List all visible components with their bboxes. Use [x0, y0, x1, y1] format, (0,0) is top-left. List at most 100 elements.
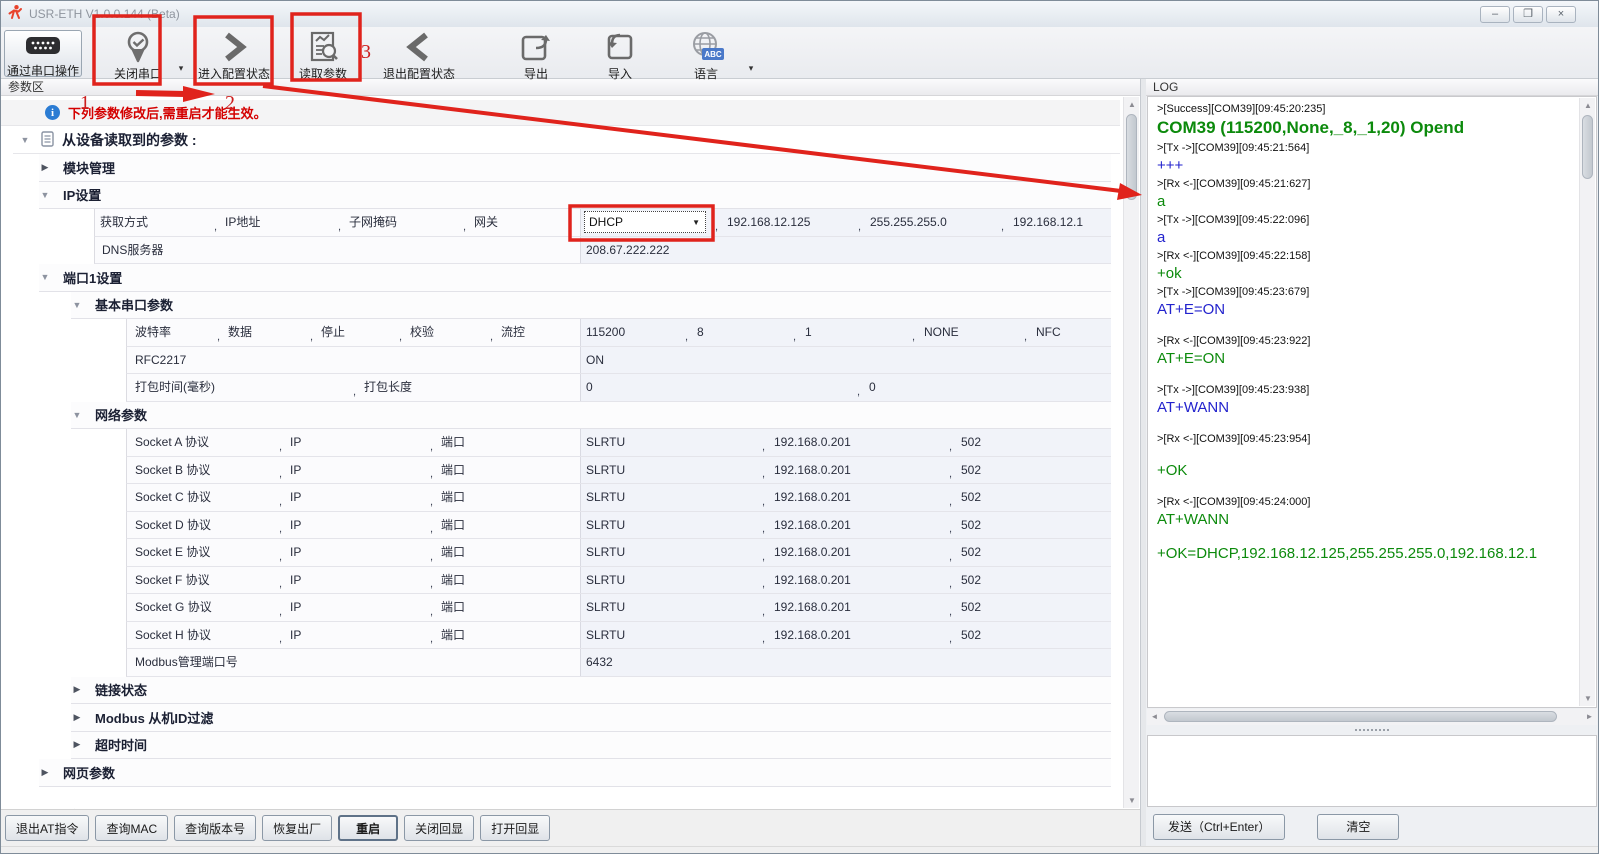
- log-horizontal-scrollbar[interactable]: ◄ ►: [1147, 709, 1597, 725]
- param-row[interactable]: Socket B 协议,IP,端口SLRTU,192.168.0.201,502: [126, 457, 1111, 485]
- dropdown-caret[interactable]: ▾: [174, 63, 188, 74]
- param-vertical-scrollbar[interactable]: ▲ ▼: [1123, 97, 1139, 808]
- param-row[interactable]: Socket H 协议,IP,端口SLRTU,192.168.0.201,502: [126, 622, 1111, 650]
- send-button[interactable]: 发送（Ctrl+Enter）: [1153, 814, 1285, 840]
- expander-icon[interactable]: ▶: [71, 712, 83, 723]
- param-row[interactable]: Socket G 协议,IP,端口SLRTU,192.168.0.201,502: [126, 594, 1111, 622]
- tree-root-row[interactable]: ▼从设备读取到的参数 :: [13, 126, 1120, 154]
- action-button-关闭回显[interactable]: 关闭回显: [404, 815, 474, 841]
- scroll-thumb[interactable]: [1126, 114, 1137, 200]
- scroll-right-arrow[interactable]: ►: [1582, 709, 1597, 725]
- action-button-打开回显[interactable]: 打开回显: [480, 815, 550, 841]
- action-button-恢复出厂[interactable]: 恢复出厂: [262, 815, 332, 841]
- param-values: 115200,8,1,NONE,NFC: [580, 319, 1111, 346]
- expander-icon[interactable]: ▶: [71, 684, 83, 695]
- param-row[interactable]: 波特率,数据,停止,校验,流控115200,8,1,NONE,NFC: [126, 319, 1111, 347]
- log-button-bar: 发送（Ctrl+Enter） 清空: [1146, 807, 1598, 846]
- expander-icon[interactable]: ▼: [71, 410, 83, 420]
- close-serial-button[interactable]: 关闭串口: [102, 30, 174, 82]
- scroll-thumb[interactable]: [1164, 711, 1557, 722]
- close-button[interactable]: ×: [1546, 6, 1576, 23]
- param-row[interactable]: Modbus管理端口号6432: [126, 649, 1111, 677]
- log-input-splitter[interactable]: [1146, 725, 1598, 735]
- param-value: 208.67.222.222: [586, 237, 669, 264]
- serial-operate-tab[interactable]: 通过串口操作: [4, 30, 82, 77]
- param-row[interactable]: Socket E 协议,IP,端口SLRTU,192.168.0.201,502: [126, 539, 1111, 567]
- scroll-up-arrow[interactable]: ▲: [1580, 98, 1596, 113]
- restore-button[interactable]: ❐: [1513, 6, 1543, 23]
- comma-separator: ,: [430, 441, 433, 453]
- param-row[interactable]: DNS服务器208.67.222.222: [94, 237, 1111, 265]
- dropdown-caret[interactable]: ▾: [744, 63, 758, 74]
- minimize-button[interactable]: –: [1480, 6, 1510, 23]
- tree-section-row[interactable]: ▶超时时间: [71, 732, 1111, 760]
- tree-section-row[interactable]: ▼端口1设置: [39, 264, 1111, 292]
- log-line: >[Rx <-][COM39][09:45:21:627]: [1157, 178, 1574, 190]
- expander-icon[interactable]: ▶: [39, 767, 51, 778]
- read-params-button[interactable]: 读取参数: [292, 30, 354, 82]
- param-tree[interactable]: i下列参数修改后,需重启才能生效。▼从设备读取到的参数 :▶模块管理▼IP设置获…: [1, 96, 1140, 809]
- expander-icon[interactable]: ▶: [39, 162, 51, 173]
- action-button-重启[interactable]: 重启: [338, 815, 398, 841]
- param-row[interactable]: 获取方式,IP地址,子网掩码,网关DHCP▼,192.168.12.125,25…: [94, 209, 1111, 237]
- tree-section-row[interactable]: ▶ 模块管理: [39, 154, 1111, 182]
- tree-section-row[interactable]: ▶网页参数: [39, 759, 1111, 787]
- comma-separator: ,: [430, 606, 433, 618]
- param-value: SLRTU: [586, 429, 625, 456]
- tree-section-row[interactable]: ▼基本串口参数: [71, 292, 1111, 320]
- scroll-down-arrow[interactable]: ▼: [1124, 793, 1140, 808]
- tree-section-row[interactable]: ▼ IP设置: [39, 182, 1111, 210]
- action-button-查询MAC[interactable]: 查询MAC: [95, 815, 168, 841]
- param-label: 打包时间(毫秒): [135, 374, 215, 401]
- scroll-down-arrow[interactable]: ▼: [1580, 691, 1596, 706]
- log-vertical-scrollbar[interactable]: ▲ ▼: [1579, 98, 1595, 706]
- scroll-up-arrow[interactable]: ▲: [1124, 97, 1140, 112]
- param-label: 端口: [441, 567, 465, 594]
- param-row[interactable]: 打包时间(毫秒),打包长度0,0: [126, 374, 1111, 402]
- export-icon: [518, 30, 554, 64]
- param-label: Socket D 协议: [135, 512, 211, 539]
- tree-section-label: Modbus 从机ID过滤: [95, 708, 213, 727]
- param-row[interactable]: Socket D 协议,IP,端口SLRTU,192.168.0.201,502: [126, 512, 1111, 540]
- param-value: SLRTU: [586, 567, 625, 594]
- comma-separator: ,: [430, 578, 433, 590]
- param-value: 6432: [586, 649, 613, 676]
- param-row[interactable]: Socket A 协议,IP,端口SLRTU,192.168.0.201,502: [126, 429, 1111, 457]
- tree-section-row[interactable]: ▶ Modbus 从机ID过滤: [71, 704, 1111, 732]
- expander-icon[interactable]: ▼: [39, 272, 51, 282]
- comma-separator: ,: [1001, 221, 1004, 233]
- scroll-left-arrow[interactable]: ◄: [1147, 709, 1162, 725]
- action-button-查询版本号[interactable]: 查询版本号: [174, 815, 256, 841]
- exit-config-button[interactable]: 退出配置状态: [376, 30, 462, 82]
- action-button-退出AT指令[interactable]: 退出AT指令: [5, 815, 89, 841]
- tree-section-label: IP设置: [63, 185, 101, 204]
- comma-separator: ,: [762, 633, 765, 645]
- comma-separator: ,: [463, 221, 466, 233]
- language-button[interactable]: ABC 语言: [676, 30, 736, 82]
- tree-section-label: 模块管理: [63, 158, 115, 177]
- param-row[interactable]: RFC2217ON: [126, 347, 1111, 375]
- tree-section-row[interactable]: ▼网络参数: [71, 402, 1111, 430]
- dhcp-combobox[interactable]: DHCP▼: [584, 211, 706, 233]
- param-row[interactable]: Socket F 协议,IP,端口SLRTU,192.168.0.201,502: [126, 567, 1111, 595]
- expander-icon[interactable]: ▶: [71, 739, 83, 750]
- param-rows: i下列参数修改后,需重启才能生效。▼从设备读取到的参数 :▶模块管理▼IP设置获…: [1, 96, 1120, 809]
- command-input[interactable]: [1147, 735, 1597, 807]
- clear-button[interactable]: 清空: [1317, 814, 1399, 840]
- tree-partial-row[interactable]: 设置……: [39, 787, 1120, 810]
- param-label: 端口: [441, 457, 465, 484]
- import-button[interactable]: 导入: [590, 30, 650, 82]
- expander-icon[interactable]: ▼: [71, 300, 83, 310]
- expander-icon[interactable]: ▼: [19, 135, 31, 145]
- param-row[interactable]: Socket C 协议,IP,端口SLRTU,192.168.0.201,502: [126, 484, 1111, 512]
- scroll-thumb[interactable]: [1582, 115, 1593, 179]
- log-output[interactable]: >[Success][COM39][09:45:20:235]COM39 (11…: [1147, 96, 1597, 708]
- param-value: 192.168.0.201: [774, 429, 851, 456]
- comma-separator: ,: [353, 386, 356, 398]
- enter-config-button[interactable]: 进入配置状态: [192, 30, 276, 82]
- param-value: ON: [586, 347, 604, 374]
- log-line: AT+E=ON: [1157, 301, 1574, 318]
- expander-icon[interactable]: ▼: [39, 190, 51, 200]
- export-button[interactable]: 导出: [506, 30, 566, 82]
- tree-section-row[interactable]: ▶链接状态: [71, 677, 1111, 705]
